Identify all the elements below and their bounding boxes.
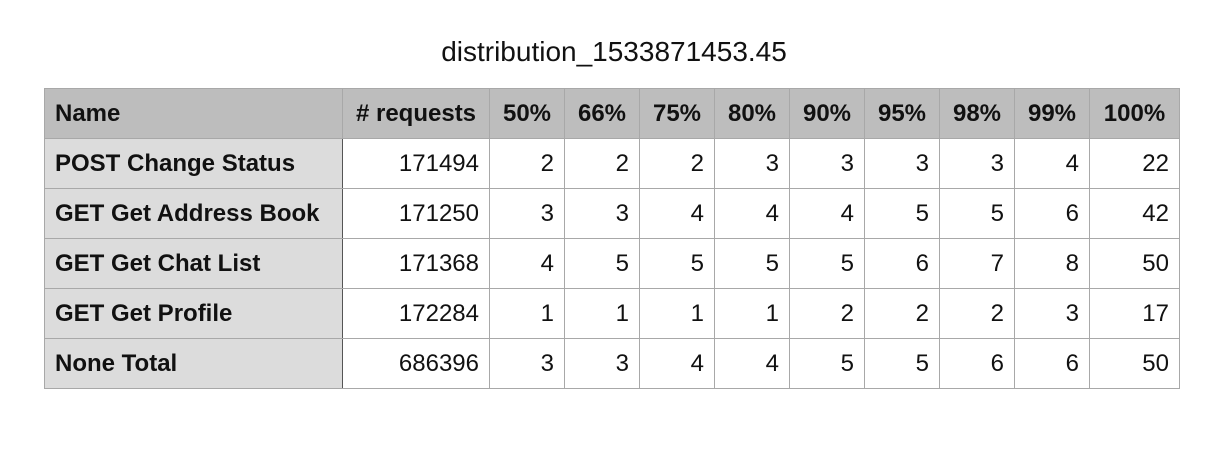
column-header-p50: 50% <box>489 88 565 139</box>
percentile-cell: 3 <box>1014 288 1090 339</box>
percentile-cell: 5 <box>864 338 940 389</box>
percentile-cell: 22 <box>1089 138 1180 189</box>
percentile-cell: 2 <box>489 138 565 189</box>
percentile-cell: 6 <box>864 238 940 289</box>
percentile-cell: 42 <box>1089 188 1180 239</box>
percentile-cell: 6 <box>1014 338 1090 389</box>
percentile-cell: 4 <box>714 188 790 239</box>
table-row: GET Get Profile 172284 1 1 1 1 2 2 2 3 1… <box>44 288 1180 339</box>
column-header-name: Name <box>44 88 343 139</box>
percentile-cell: 6 <box>1014 188 1090 239</box>
row-name: GET Get Chat List <box>44 238 343 289</box>
percentile-cell: 2 <box>564 138 640 189</box>
requests-cell: 171250 <box>342 188 490 239</box>
percentile-cell: 3 <box>714 138 790 189</box>
percentile-cell: 5 <box>789 238 865 289</box>
percentile-cell: 5 <box>789 338 865 389</box>
row-name: GET Get Profile <box>44 288 343 339</box>
column-header-p95: 95% <box>864 88 940 139</box>
percentile-cell: 4 <box>714 338 790 389</box>
percentile-cell: 3 <box>489 338 565 389</box>
percentile-cell: 50 <box>1089 338 1180 389</box>
percentile-cell: 1 <box>639 288 715 339</box>
percentile-cell: 5 <box>864 188 940 239</box>
column-header-requests: # requests <box>342 88 490 139</box>
table-row: GET Get Chat List 171368 4 5 5 5 5 6 7 8… <box>44 238 1180 289</box>
percentile-cell: 5 <box>564 238 640 289</box>
row-name: POST Change Status <box>44 138 343 189</box>
percentile-cell: 4 <box>639 338 715 389</box>
percentile-cell: 3 <box>864 138 940 189</box>
percentile-cell: 3 <box>939 138 1015 189</box>
percentile-cell: 6 <box>939 338 1015 389</box>
row-name: None Total <box>44 338 343 389</box>
requests-cell: 686396 <box>342 338 490 389</box>
percentile-cell: 8 <box>1014 238 1090 289</box>
column-header-p99: 99% <box>1014 88 1090 139</box>
percentile-cell: 3 <box>789 138 865 189</box>
percentile-cell: 5 <box>939 188 1015 239</box>
column-header-p66: 66% <box>564 88 640 139</box>
percentile-cell: 3 <box>564 338 640 389</box>
percentile-cell: 2 <box>864 288 940 339</box>
column-header-p98: 98% <box>939 88 1015 139</box>
percentile-cell: 1 <box>489 288 565 339</box>
percentile-cell: 4 <box>489 238 565 289</box>
column-header-p75: 75% <box>639 88 715 139</box>
page: distribution_1533871453.45 Name # reques… <box>0 0 1228 464</box>
document-title: distribution_1533871453.45 <box>441 36 787 67</box>
percentile-cell: 1 <box>714 288 790 339</box>
percentile-cell: 5 <box>639 238 715 289</box>
table-row-total: None Total 686396 3 3 4 4 5 5 6 6 50 <box>44 338 1180 389</box>
percentile-cell: 3 <box>489 188 565 239</box>
percentile-cell: 5 <box>714 238 790 289</box>
requests-cell: 172284 <box>342 288 490 339</box>
distribution-table: Name # requests 50% 66% 75% 80% 90% 95% … <box>44 88 1180 389</box>
percentile-cell: 2 <box>789 288 865 339</box>
percentile-cell: 50 <box>1089 238 1180 289</box>
requests-cell: 171494 <box>342 138 490 189</box>
percentile-cell: 17 <box>1089 288 1180 339</box>
column-header-p100: 100% <box>1089 88 1180 139</box>
column-header-p80: 80% <box>714 88 790 139</box>
percentile-cell: 4 <box>639 188 715 239</box>
percentile-cell: 2 <box>939 288 1015 339</box>
table-row: GET Get Address Book 171250 3 3 4 4 4 5 … <box>44 188 1180 239</box>
percentile-cell: 3 <box>564 188 640 239</box>
percentile-cell: 2 <box>639 138 715 189</box>
column-header-p90: 90% <box>789 88 865 139</box>
percentile-cell: 7 <box>939 238 1015 289</box>
requests-cell: 171368 <box>342 238 490 289</box>
header-row: Name # requests 50% 66% 75% 80% 90% 95% … <box>44 88 1180 139</box>
table-row: POST Change Status 171494 2 2 2 3 3 3 3 … <box>44 138 1180 189</box>
percentile-cell: 1 <box>564 288 640 339</box>
percentile-cell: 4 <box>789 188 865 239</box>
percentile-cell: 4 <box>1014 138 1090 189</box>
row-name: GET Get Address Book <box>44 188 343 239</box>
